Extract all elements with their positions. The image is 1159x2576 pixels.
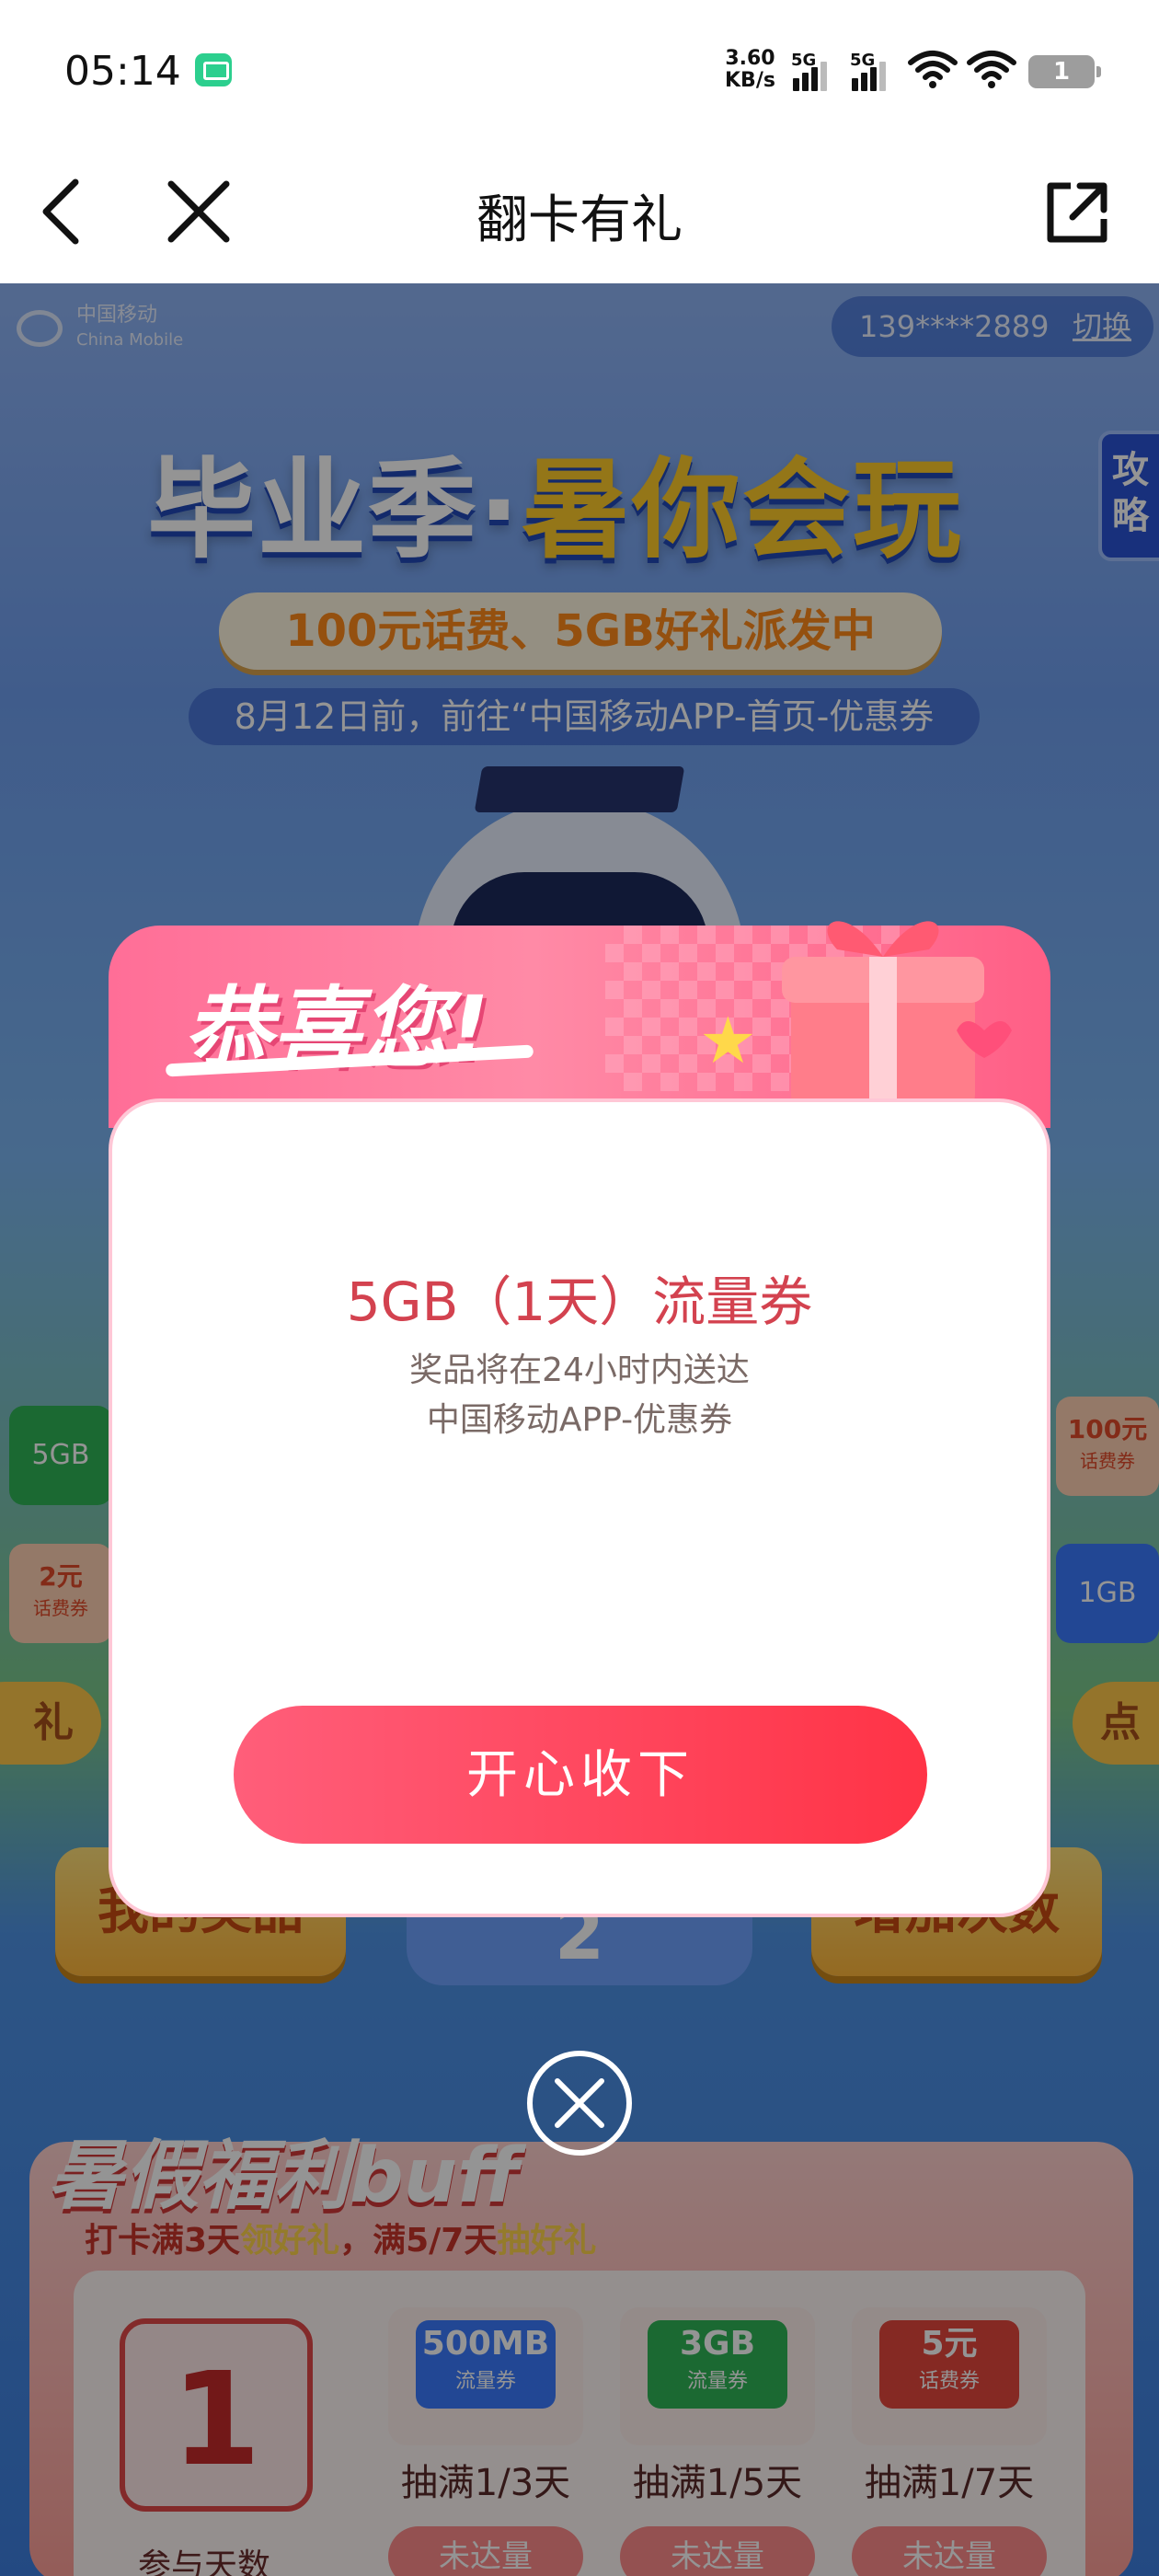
status-bar: 05:14 3.60 KB/s 5G 5G 1 — [0, 0, 1159, 138]
battery-level: 1 — [1052, 58, 1071, 86]
network-speed-value: 3.60 — [725, 47, 775, 70]
cellular-signal-icon-2: 5G — [850, 51, 901, 91]
network-speed: 3.60 KB/s — [725, 48, 775, 92]
prize-delivery-note: 奖品将在24小时内送达 — [409, 1351, 750, 1389]
page-title: 翻卡有礼 — [476, 190, 683, 250]
wifi-icon — [908, 51, 958, 88]
accept-prize-button[interactable]: 开心收下 — [234, 1706, 927, 1844]
star-icon: ★ — [699, 1003, 757, 1078]
network-speed-unit: KB/s — [725, 69, 775, 92]
prize-name: 5GB（1天）流量券 — [346, 1271, 813, 1333]
nav-bar: 翻卡有礼 — [0, 138, 1159, 283]
share-icon[interactable] — [1030, 166, 1122, 258]
wifi-icon-2 — [967, 51, 1016, 88]
battery-icon: 1 — [1028, 55, 1101, 88]
close-modal-icon[interactable] — [524, 2048, 635, 2158]
message-app-icon — [195, 53, 232, 86]
status-time: 05:14 — [64, 48, 181, 95]
cellular-signal-icon-1: 5G — [791, 51, 843, 91]
gift-box-icon — [782, 921, 1012, 1113]
prize-location-note: 中国移动APP-优惠券 — [426, 1401, 733, 1439]
